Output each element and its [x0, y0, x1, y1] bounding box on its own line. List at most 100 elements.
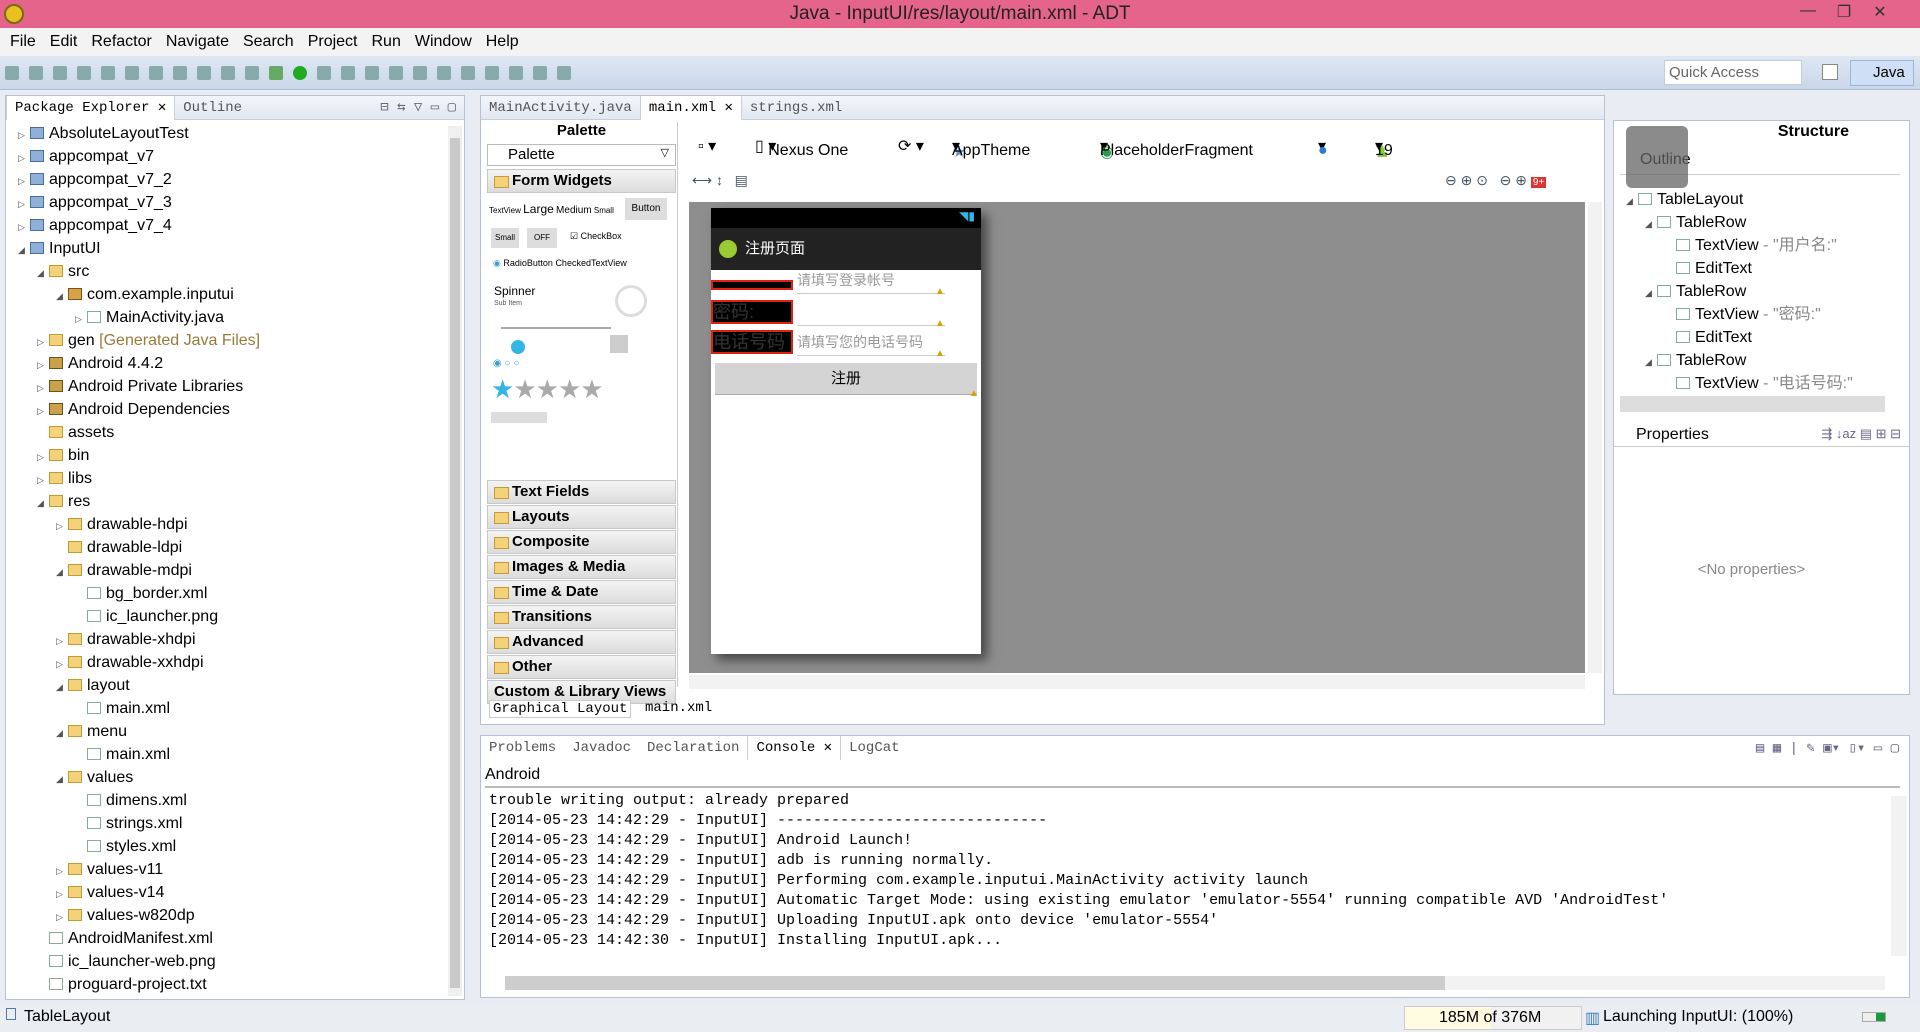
expand-toggle-icon[interactable]: ◢ — [1645, 282, 1657, 304]
tree-item[interactable]: strings.xml — [75, 813, 182, 835]
expand-toggle-icon[interactable]: ◢ — [56, 676, 68, 698]
tree-item[interactable]: ▷ appcompat_v7_4 — [18, 215, 172, 237]
expand-toggle-icon[interactable]: ◢ — [1645, 351, 1657, 373]
layout-actions[interactable]: ⟷ ↕ ▤ — [692, 172, 748, 189]
new-package-icon[interactable] — [341, 66, 355, 80]
next-annotation-icon[interactable] — [437, 66, 451, 80]
gc-trash-icon[interactable]: ▥ — [1585, 1008, 1600, 1028]
progress-bar[interactable] — [501, 327, 611, 329]
tree-item[interactable]: ▷ values-w820dp — [56, 905, 195, 927]
tab-declaration[interactable]: Declaration — [639, 736, 747, 760]
api-level-dropdown[interactable]: ♟ 19 ▾ — [1375, 136, 1393, 161]
expand-toggle-icon[interactable]: ▷ — [18, 124, 30, 146]
tree-item[interactable]: ▷ libs — [37, 468, 92, 490]
palette-section[interactable]: Time & Date — [487, 580, 676, 604]
tab-main-xml[interactable]: main.xml ✕ — [639, 95, 742, 120]
outline-node[interactable]: ◢ TableRow — [1645, 281, 1746, 303]
config-file-dropdown[interactable]: ▫ ▾ — [698, 136, 716, 156]
download-icon[interactable] — [125, 66, 139, 80]
tree-item[interactable]: ▷ gen [Generated Java Files] — [37, 330, 260, 352]
edit-password[interactable] — [797, 302, 945, 326]
menu-search[interactable]: Search — [237, 33, 300, 51]
star-icon[interactable]: ★ — [513, 374, 536, 404]
outline-node[interactable]: ◢ TableRow — [1645, 350, 1746, 372]
expand-toggle-icon[interactable]: ◢ — [18, 239, 30, 261]
heap-status[interactable]: 185M of 376M — [1404, 1006, 1582, 1030]
tree-item[interactable]: ◢ InputUI — [18, 238, 101, 260]
tree-item[interactable]: ◢ drawable-mdpi — [56, 560, 192, 582]
expand-toggle-icon[interactable]: ▷ — [37, 331, 49, 353]
forward-icon[interactable] — [533, 66, 547, 80]
edit-username[interactable]: 请填写登录帐号 — [797, 270, 945, 294]
save-all-icon[interactable] — [53, 66, 67, 80]
outline-node[interactable]: TextView - "密码:" — [1664, 304, 1821, 326]
palette-section[interactable]: Text Fields — [487, 480, 676, 504]
label-username[interactable]: 用户名: — [711, 280, 793, 290]
tree-item[interactable]: ◢ res — [37, 491, 90, 513]
tree-item[interactable]: ▷ Android Dependencies — [37, 399, 230, 421]
widget-button[interactable]: Button — [625, 198, 667, 220]
tree-item[interactable]: ▷ drawable-xhdpi — [56, 629, 196, 651]
menu-navigate[interactable]: Navigate — [160, 33, 235, 51]
tree-item[interactable]: main.xml — [75, 744, 170, 766]
expand-toggle-icon[interactable]: ◢ — [56, 768, 68, 790]
tree-item[interactable]: dimens.xml — [75, 790, 187, 812]
save-icon[interactable] — [29, 66, 43, 80]
outline-node[interactable]: ◢ TableLayout — [1626, 189, 1743, 211]
prev-annotation-icon[interactable] — [461, 66, 475, 80]
tree-item[interactable]: ▷ AbsoluteLayoutTest — [18, 123, 189, 145]
tree-item[interactable]: ◢ values — [56, 767, 133, 789]
theme-dropdown[interactable]: ★ AppTheme ▾ — [952, 136, 1030, 161]
tab-javadoc[interactable]: Javadoc — [564, 736, 639, 760]
tree-item[interactable]: AndroidManifest.xml — [37, 928, 213, 950]
outline-node[interactable]: ◢ TableRow — [1645, 212, 1746, 234]
new-class-icon[interactable] — [365, 66, 379, 80]
zoom-controls[interactable]: ⊖ ⊕ ⊙ ⊖ ⊕ 9+ — [1445, 172, 1547, 189]
avd-manager-icon[interactable] — [173, 66, 187, 80]
label-phone[interactable]: 电话号码 — [711, 330, 793, 354]
palette-section[interactable]: Other — [487, 655, 676, 679]
tree-item[interactable]: assets — [37, 422, 114, 444]
skip-breakpoints-icon[interactable] — [245, 66, 259, 80]
tree-item[interactable]: ic_launcher.png — [75, 606, 218, 628]
palette-section[interactable]: Layouts — [487, 505, 676, 529]
menu-run[interactable]: Run — [365, 33, 406, 51]
tree-item[interactable]: ▷ Android 4.4.2 — [37, 353, 163, 375]
label-password[interactable]: 密码: — [711, 300, 793, 324]
console-vscrollbar[interactable] — [1891, 796, 1907, 956]
widget-radio[interactable]: ◉ RadioButton CheckedTextView — [493, 258, 627, 269]
device-dropdown[interactable]: ▯ Nexus One ▾ — [755, 136, 848, 159]
tab-package-explorer[interactable]: Package Explorer ✕ — [6, 95, 176, 120]
palette-section[interactable]: Transitions — [487, 605, 676, 629]
minimize-button[interactable]: — — [1790, 2, 1826, 24]
tree-item[interactable]: ic_launcher-web.png — [37, 951, 216, 973]
tab-mainactivity-java[interactable]: MainActivity.java — [481, 96, 640, 120]
widget-spinner[interactable]: Spinner — [494, 284, 535, 298]
scrollbar-thumb[interactable] — [505, 976, 1445, 990]
scrollbar-thumb[interactable] — [450, 138, 460, 988]
expand-toggle-icon[interactable]: ▷ — [56, 883, 68, 905]
expand-toggle-icon[interactable]: ▷ — [56, 906, 68, 928]
tree-item[interactable]: ▷ appcompat_v7_3 — [18, 192, 172, 214]
outline-node[interactable]: TextView - "用户名:" — [1664, 235, 1837, 257]
expand-toggle-icon[interactable]: ▷ — [37, 469, 49, 491]
expand-toggle-icon[interactable]: ▷ — [56, 860, 68, 882]
orientation-dropdown[interactable]: ⟳ ▾ — [898, 136, 924, 156]
expand-toggle-icon[interactable]: ▷ — [18, 193, 30, 215]
progress-indicator[interactable] — [1862, 1012, 1886, 1022]
star-icon[interactable]: ★ — [580, 374, 603, 404]
expand-toggle-icon[interactable]: ▷ — [37, 377, 49, 399]
tree-item[interactable]: ◢ menu — [56, 721, 127, 743]
tree-item[interactable]: ▷ Android Private Libraries — [37, 376, 243, 398]
new-icon[interactable] — [5, 66, 19, 80]
widget-textviews[interactable]: TextView Large Medium Small — [489, 202, 614, 216]
outline-node[interactable]: EditText — [1664, 327, 1752, 349]
palette-section-form-widgets[interactable]: Form Widgets — [487, 169, 676, 193]
tab-logcat[interactable]: LogCat — [841, 736, 907, 760]
palette-section[interactable]: Images & Media — [487, 555, 676, 579]
expand-toggle-icon[interactable]: ▷ — [75, 308, 87, 330]
tree-item[interactable]: ▷ drawable-xxhdpi — [56, 652, 204, 674]
seekbar-thumb[interactable] — [511, 340, 525, 354]
canvas-hscrollbar[interactable] — [689, 675, 1585, 689]
palette-dropdown[interactable]: Palette ▽ — [487, 144, 676, 166]
